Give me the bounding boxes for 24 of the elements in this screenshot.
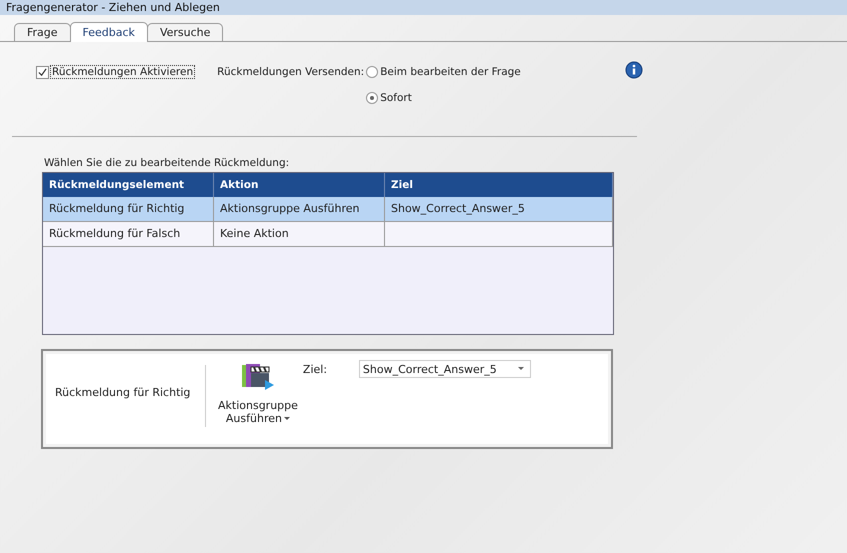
send-feedback-label: Rückmeldungen Versenden:	[217, 66, 364, 78]
table-row[interactable]: Rückmeldung für Falsch Keine Aktion	[43, 222, 613, 247]
target-label: Ziel:	[302, 363, 328, 376]
target-dropdown[interactable]: Show_Correct_Answer_5	[358, 360, 531, 378]
caret-icon	[518, 367, 524, 371]
table-cell: Aktionsgruppe Ausführen	[220, 202, 360, 215]
radio-option[interactable]: Beim bearbeiten der Frage	[366, 66, 521, 78]
table-cell: Show_Correct_Answer_5	[391, 202, 525, 215]
table-cell: Rückmeldung für Richtig	[49, 202, 184, 215]
clapperboard-icon	[240, 363, 275, 393]
tab[interactable]: Frage	[14, 23, 71, 41]
window-title: Fragengenerator - Ziehen und Ablegen	[6, 1, 220, 14]
table-cell: Keine Aktion	[220, 227, 289, 240]
info-icon[interactable]	[625, 61, 643, 79]
tab[interactable]: Versuche	[146, 23, 224, 41]
table-caption: Wählen Sie die zu bearbeitende Rückmeldung:	[44, 157, 290, 169]
table-cell: Rückmeldung für Falsch	[49, 227, 180, 240]
feedback-element-label: Rückmeldung für Richtig	[55, 386, 192, 399]
table-row[interactable]: Rückmeldung für Richtig Aktionsgruppe Ausführen Show_Correct_Answer_5	[43, 197, 613, 222]
action-group-button[interactable]: Aktionsgruppe Ausführen	[218, 363, 298, 425]
tab[interactable]: Feedback	[70, 22, 148, 42]
radio-option[interactable]: Sofort	[366, 92, 521, 104]
caret-icon	[284, 416, 290, 421]
checkbox[interactable]	[36, 66, 49, 78]
